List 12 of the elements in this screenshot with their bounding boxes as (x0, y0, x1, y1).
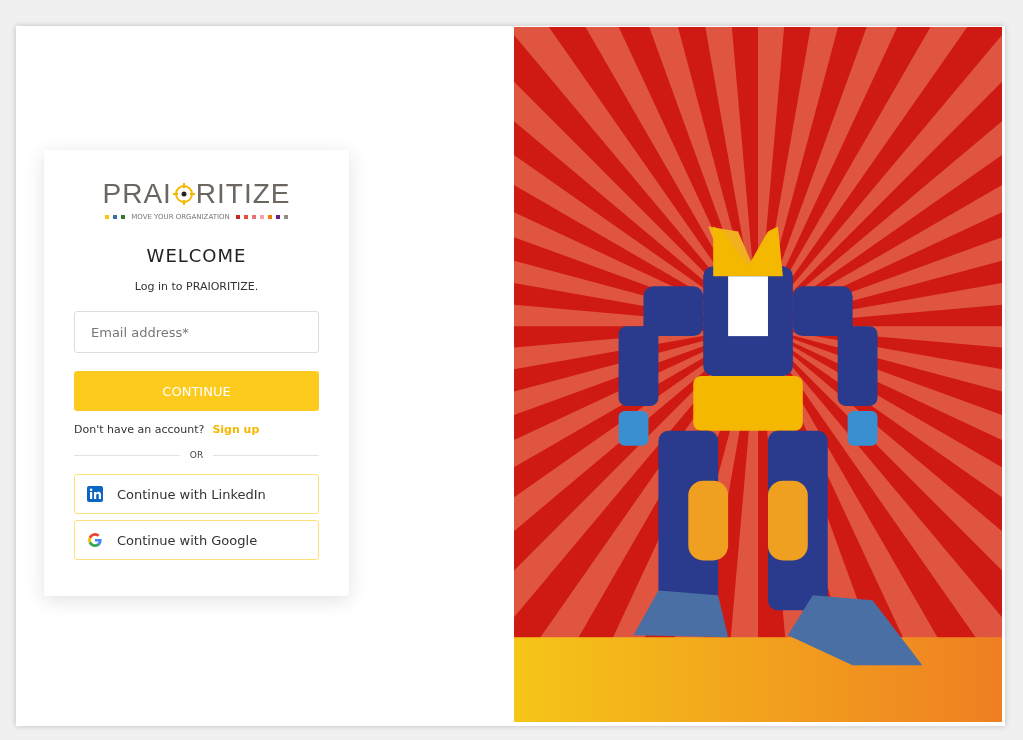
login-subtitle: Log in to PRAIORITIZE. (133, 280, 260, 293)
social-login-button[interactable]: Continue with Google (74, 520, 319, 560)
crosshair-icon (171, 182, 196, 206)
google-icon (87, 532, 103, 548)
logo-text: RITIZE (195, 178, 291, 210)
linkedin-icon (87, 486, 103, 502)
email-field[interactable]: Email address* (74, 311, 319, 353)
signup-prompt: Don't have an account? (74, 423, 205, 436)
or-divider-text: OR (189, 450, 204, 460)
logo-text: PRAI (102, 178, 172, 210)
social-login-button[interactable]: Continue with LinkedIn (74, 474, 319, 514)
welcome-title: WELCOME (145, 245, 248, 266)
